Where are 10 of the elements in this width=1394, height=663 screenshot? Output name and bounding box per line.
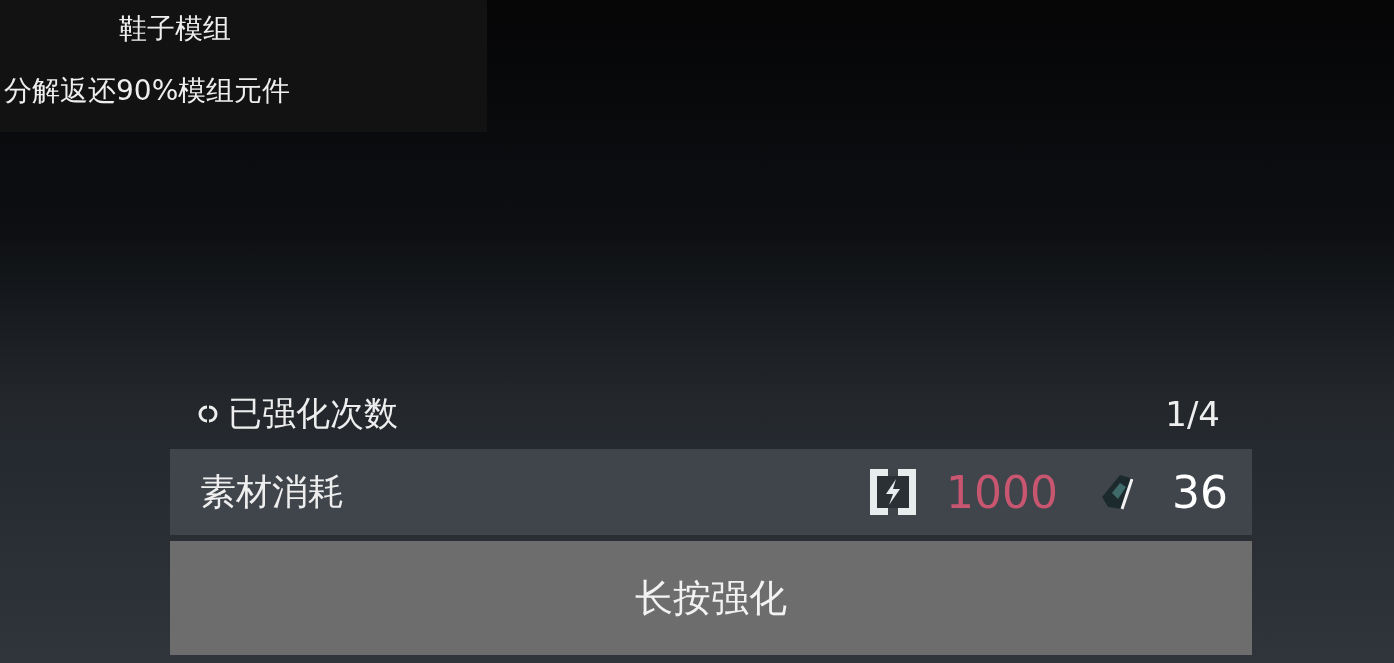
cost-amount: 36 — [1172, 466, 1228, 518]
enhance-count-value: 1/4 — [1165, 394, 1220, 434]
module-title: 鞋子模组 — [118, 11, 232, 47]
refresh-icon — [198, 404, 218, 424]
material-label: 素材消耗 — [200, 469, 344, 514]
cost-amount: 1000 — [946, 466, 1058, 518]
lightning-icon — [868, 467, 918, 517]
hold-to-enhance-button[interactable]: 长按强化 — [170, 541, 1252, 655]
enhance-count-label: 已强化次数 — [228, 392, 398, 435]
module-description: 分解返还90%模组元件 — [3, 73, 292, 109]
